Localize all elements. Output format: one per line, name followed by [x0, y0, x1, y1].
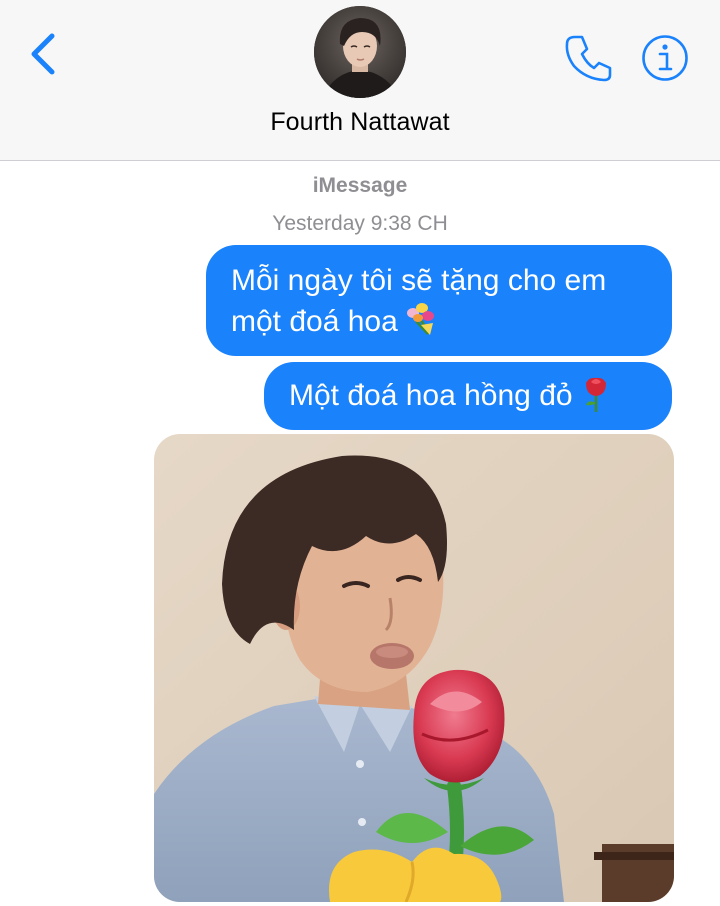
chevron-left-icon — [31, 33, 55, 75]
contact-photo — [314, 6, 406, 98]
info-icon — [642, 35, 688, 81]
message-bubble[interactable]: Một đoá hoa hồng đỏ — [264, 362, 672, 430]
timestamp: Yesterday 9:38 CH — [272, 212, 448, 235]
message-text-line: Mỗi ngày tôi sẽ tặng cho em — [231, 264, 607, 297]
bouquet-icon — [404, 301, 440, 337]
call-button[interactable] — [562, 32, 614, 84]
phone-icon — [565, 35, 612, 82]
avatar[interactable] — [314, 6, 406, 98]
photo-message[interactable] — [154, 434, 674, 902]
message-text: Một đoá hoa hồng đỏ — [289, 379, 573, 412]
conversation-header: Fourth Nattawat — [0, 0, 720, 161]
contact-name[interactable]: Fourth Nattawat — [0, 108, 720, 137]
man-holding-rose-photo — [154, 434, 674, 902]
back-button[interactable] — [22, 30, 66, 80]
service-label: iMessage — [312, 174, 408, 197]
message-bubble[interactable]: Mỗi ngày tôi sẽ tặng cho em một đoá hoa — [206, 245, 672, 356]
message-text: một đoá hoa — [231, 305, 398, 338]
info-button[interactable] — [640, 33, 690, 83]
message-text-line: một đoá hoa — [231, 301, 652, 342]
rose-icon — [583, 375, 609, 413]
